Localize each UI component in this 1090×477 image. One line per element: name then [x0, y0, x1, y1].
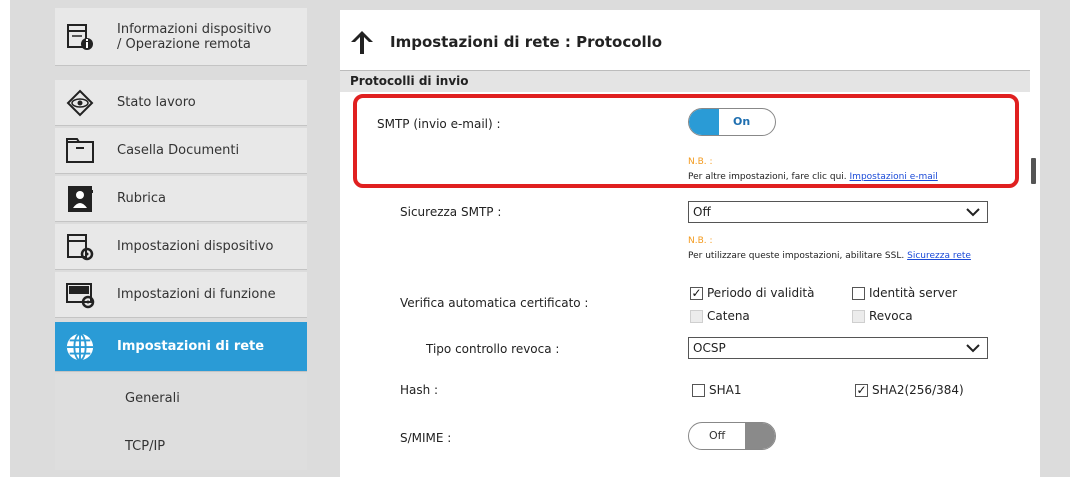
checkbox-label: Periodo di validità — [707, 286, 815, 300]
chain-checkbox[interactable]: Catena — [690, 309, 750, 323]
highlight-frame — [353, 94, 1019, 188]
globe-icon — [65, 332, 95, 362]
device-settings-icon — [65, 232, 95, 262]
server-identity-checkbox[interactable]: Identità server — [852, 286, 957, 300]
section-header: Protocolli di invio — [340, 70, 1030, 92]
sidebar-item-job-status[interactable]: Stato lavoro — [55, 80, 307, 126]
folder-icon — [65, 136, 95, 166]
sidebar-item-label: Rubrica — [117, 191, 167, 206]
chevron-down-icon — [966, 344, 980, 353]
revocation-checkbox[interactable]: Revoca — [852, 309, 913, 323]
checkbox-label: SHA2(256/384) — [872, 383, 964, 397]
chevron-down-icon — [966, 208, 980, 217]
address-book-icon — [65, 184, 95, 214]
hash-label: Hash : — [400, 383, 439, 397]
smtp-security-note-head: N.B. : — [688, 236, 713, 246]
smtp-security-label: Sicurezza SMTP : — [400, 205, 502, 219]
sidebar-item-label: Informazioni dispositivo / Operazione re… — [117, 21, 272, 52]
page-title: Impostazioni di rete : Protocollo — [390, 33, 663, 51]
page-header: Impostazioni di rete : Protocollo — [340, 22, 662, 62]
sidebar-subitem-label: TCP/IP — [125, 438, 166, 454]
smtp-security-note-text: Per utilizzare queste impostazioni, abil… — [688, 251, 905, 261]
sidebar-item-document-box[interactable]: Casella Documenti — [55, 128, 307, 174]
checkbox-label: Identità server — [869, 286, 958, 300]
smime-label: S/MIME : — [400, 431, 452, 445]
up-arrow-icon[interactable] — [348, 28, 376, 56]
checkbox-box — [852, 309, 865, 323]
smtp-security-value: Off — [693, 205, 711, 219]
checkbox-box: ✓ — [855, 383, 868, 397]
scrollbar-thumb[interactable] — [1031, 158, 1036, 184]
sidebar-subitem-tcpip[interactable]: TCP/IP — [55, 422, 307, 470]
smtp-security-select[interactable]: Off — [688, 201, 988, 223]
sha2-checkbox[interactable]: ✓ SHA2(256/384) — [855, 383, 964, 397]
network-security-link[interactable]: Sicurezza rete — [907, 251, 971, 261]
smime-toggle-label: Off — [709, 429, 726, 442]
check-icon: ✓ — [691, 286, 702, 300]
revocation-type-select[interactable]: OCSP — [688, 337, 988, 359]
sidebar-subitem-label: Generali — [125, 390, 180, 406]
sidebar-item-device-settings[interactable]: Impostazioni dispositivo — [55, 224, 307, 270]
checkbox-box: ✓ — [690, 286, 703, 300]
checkbox-box — [690, 309, 703, 323]
checkbox-box — [692, 383, 705, 397]
smtp-security-note: Per utilizzare queste impostazioni, abil… — [688, 250, 1013, 262]
sidebar-item-function-settings[interactable]: Impostazioni di funzione — [55, 272, 307, 318]
sidebar-item-device-info[interactable]: Informazioni dispositivo / Operazione re… — [55, 8, 307, 66]
device-info-icon — [65, 22, 95, 52]
sidebar-item-network-settings[interactable]: Impostazioni di rete — [55, 322, 307, 372]
sidebar-item-address-book[interactable]: Rubrica — [55, 176, 307, 222]
sidebar-item-label: Impostazioni dispositivo — [117, 239, 274, 254]
sidebar-item-label: Impostazioni di rete — [117, 339, 265, 354]
sidebar-item-label: Impostazioni di funzione — [117, 287, 276, 302]
cert-check-label: Verifica automatica certificato : — [400, 296, 589, 310]
sidebar-subitem-general[interactable]: Generali — [55, 374, 307, 422]
smime-toggle[interactable]: Off — [688, 422, 776, 450]
sidebar-item-label: Casella Documenti — [117, 143, 240, 158]
function-settings-icon — [65, 280, 95, 310]
checkbox-box — [852, 286, 865, 300]
sidebar-item-label: Stato lavoro — [117, 95, 196, 110]
revocation-type-label: Tipo controllo revoca : — [426, 342, 560, 356]
sha1-checkbox[interactable]: SHA1 — [692, 383, 741, 397]
eye-icon — [65, 88, 95, 118]
check-icon: ✓ — [856, 383, 867, 397]
sidebar: Informazioni dispositivo / Operazione re… — [55, 0, 307, 477]
revocation-type-value: OCSP — [693, 341, 726, 355]
checkbox-label: Catena — [707, 309, 750, 323]
checkbox-label: Revoca — [869, 309, 913, 323]
checkbox-label: SHA1 — [709, 383, 742, 397]
validity-period-checkbox[interactable]: ✓ Periodo di validità — [690, 286, 814, 300]
